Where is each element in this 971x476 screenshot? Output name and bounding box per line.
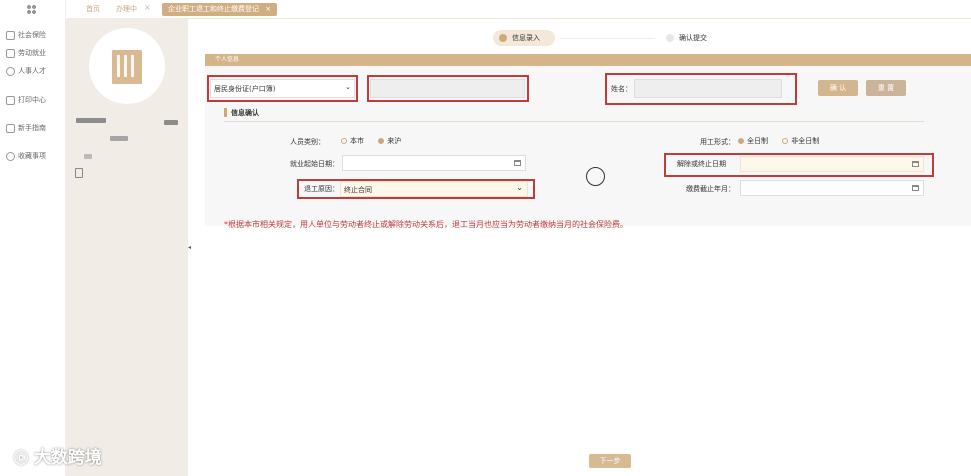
step-label: 信息录入 — [512, 34, 540, 42]
nav-label: 人事人才 — [18, 67, 46, 75]
book-icon — [6, 123, 15, 133]
nav-item-social-insurance[interactable]: 社会保险 — [6, 30, 46, 40]
pay-end-label: 缴费截止年月： — [686, 185, 735, 193]
calendar-icon — [912, 185, 919, 191]
calendar-icon — [514, 160, 521, 166]
star-icon — [6, 151, 15, 161]
nav-label: 社会保险 — [18, 31, 46, 39]
watermark-logo-icon: ⓒ — [14, 451, 28, 467]
chevron-down-icon: ⌄ — [345, 83, 351, 91]
step-dot — [666, 34, 674, 42]
start-date-input[interactable] — [342, 155, 526, 171]
reason-select[interactable]: 终止合同 ⌄ — [340, 181, 528, 197]
radio-full-time[interactable] — [738, 138, 744, 144]
end-date-label: 解除或终止日期 — [677, 160, 726, 168]
section-title: 个人信息 — [215, 56, 240, 63]
briefcase-icon — [6, 48, 15, 58]
nav-item-talent[interactable]: 人事人才 — [6, 66, 46, 76]
chevron-down-icon: ⌄ — [516, 183, 523, 192]
step-dot — [499, 34, 507, 42]
radio-label: 来沪 — [387, 137, 402, 145]
step-info-entry: 信息录入 — [493, 30, 555, 46]
section-header: 个人信息 — [205, 54, 971, 66]
step-confirm-submit: 确认提交 — [660, 30, 722, 46]
blurred-text — [84, 154, 92, 159]
name-label: 姓名： — [611, 85, 632, 93]
heading-marker — [224, 108, 227, 117]
user-icon — [6, 66, 15, 76]
brand-watermark: ⓒ 大数跨境 — [14, 443, 102, 468]
info-title: 信息确认 — [231, 109, 259, 117]
nav-item-guide[interactable]: 新手指南 — [6, 123, 46, 133]
notice-text: *根据本市相关规定，用人单位与劳动者终止或解除劳动关系后，退工当月也应当为劳动者… — [224, 220, 628, 229]
nav-label: 收藏事项 — [18, 152, 46, 160]
printer-icon — [6, 95, 15, 105]
nav-label: 新手指南 — [18, 124, 46, 132]
nav-item-print[interactable]: 打印中心 — [6, 95, 46, 105]
id-number-input[interactable] — [370, 79, 525, 98]
person-type-label: 人员类别： — [290, 138, 325, 146]
tab-bar: 首页 办理中 × 企业职工退工和终止缴费登记 × — [66, 0, 971, 19]
reset-button[interactable]: 重 置 — [866, 80, 906, 96]
nav-label: 打印中心 — [18, 96, 46, 104]
divider — [224, 121, 924, 122]
collapse-arrow-icon[interactable]: ◂ — [188, 244, 191, 251]
radio-label: 非全日制 — [791, 137, 820, 145]
confirm-button[interactable]: 确 认 — [818, 80, 858, 96]
building-icon — [112, 50, 142, 84]
company-avatar — [89, 28, 165, 104]
watermark-text: 大数跨境 — [33, 448, 102, 468]
tab-current-label: 企业职工退工和终止缴费登记 — [168, 5, 259, 13]
blurred-text — [110, 136, 128, 141]
apps-grid-icon[interactable] — [26, 4, 37, 15]
end-date-input[interactable] — [740, 156, 924, 172]
company-profile-panel — [66, 18, 188, 476]
left-nav: 社会保险 劳动就业 人事人才 打印中心 新手指南 收藏事项 — [0, 0, 66, 476]
phone-icon — [75, 168, 83, 178]
nav-label: 劳动就业 — [18, 49, 46, 57]
radio-migrant[interactable] — [378, 138, 385, 144]
step-label: 确认提交 — [679, 34, 707, 42]
nav-item-employment[interactable]: 劳动就业 — [6, 48, 46, 58]
tab-home[interactable]: 首页 — [86, 3, 100, 16]
radio-local[interactable] — [341, 138, 347, 144]
blurred-text — [76, 118, 106, 123]
employment-form-radio-group: 全日制 非全日制 — [736, 136, 819, 146]
step-connector — [560, 38, 655, 39]
radio-part-time[interactable] — [782, 138, 789, 144]
id-type-select[interactable]: 居民身份证(户口簿) ⌄ — [210, 79, 355, 98]
tab-current[interactable]: 企业职工退工和终止缴费登记 × — [162, 3, 278, 16]
close-tab-icon[interactable]: × — [265, 5, 271, 13]
cursor-indicator — [586, 167, 605, 186]
name-input[interactable] — [634, 79, 782, 98]
id-type-value: 居民身份证(户口簿) — [214, 85, 276, 93]
start-date-label: 就业起始日期： — [290, 160, 339, 168]
next-step-button[interactable]: 下一步 — [589, 454, 631, 468]
reason-label: 退工原因： — [304, 185, 339, 193]
radio-label: 全日制 — [747, 137, 768, 145]
calendar-icon — [912, 161, 919, 167]
nav-item-favorites[interactable]: 收藏事项 — [6, 151, 46, 161]
reason-value: 终止合同 — [344, 186, 372, 194]
employment-form-label: 用工形式： — [700, 138, 735, 146]
pay-end-input[interactable] — [740, 180, 924, 196]
blurred-text — [164, 120, 178, 125]
person-type-radio-group: 本市 来沪 — [339, 136, 401, 146]
radio-label: 本市 — [350, 137, 364, 145]
close-tab-icon[interactable]: × — [144, 3, 151, 12]
tab-in-progress[interactable]: 办理中 — [116, 3, 137, 16]
shield-icon — [6, 30, 15, 40]
